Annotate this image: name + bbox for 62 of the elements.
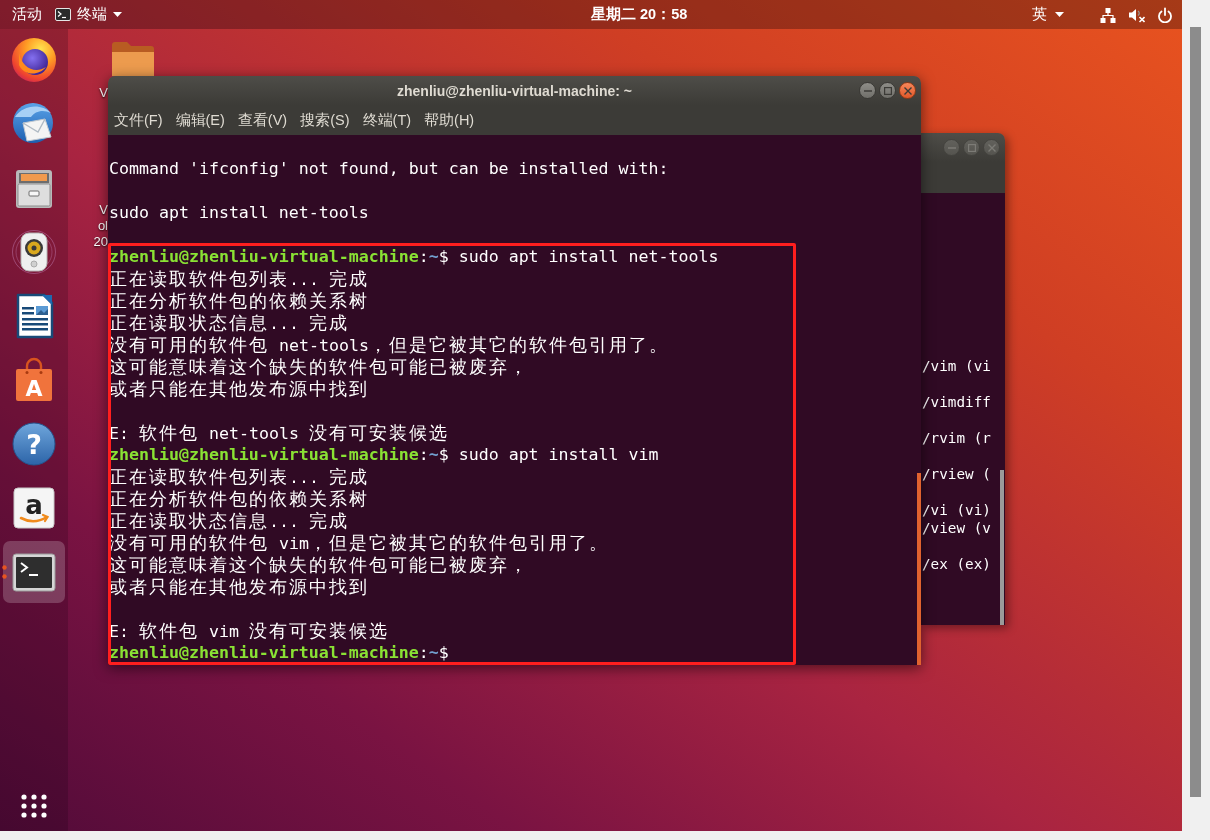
maximize-icon[interactable]: [883, 86, 892, 95]
terminal-line: 正在读取软件包列表... 完成: [109, 466, 370, 488]
menu-item[interactable]: 文件(F): [114, 110, 163, 130]
menu-item[interactable]: 查看(V): [237, 110, 288, 130]
terminal-line: 这可能意味着这个缺失的软件包可能已被废弃，: [109, 554, 530, 576]
scrollbar[interactable]: [1190, 27, 1201, 797]
speaker-icon[interactable]: [11, 229, 57, 275]
terminal-line: 正在读取状态信息... 完成: [109, 510, 350, 532]
close-icon[interactable]: [903, 86, 912, 95]
scrollbar[interactable]: [917, 473, 921, 665]
terminal-line: 正在读取状态信息... 完成: [109, 312, 350, 334]
terminal-line: 或者只能在其他发布源中找到: [109, 378, 370, 400]
input-method-button[interactable]: 英: [1024, 0, 1072, 29]
terminal-line: /vi (vi): [922, 501, 992, 519]
terminal-line: zhenliu@zhenliu-virtual-machine:~$ sudo apt install vim: [109, 444, 660, 466]
terminal-line: /vim (vi: [922, 357, 992, 375]
menu-item[interactable]: 终端(T): [362, 110, 412, 130]
activities-button[interactable]: 活动: [4, 0, 50, 29]
terminal-line: E: 软件包 net-tools 没有可安装候选: [109, 422, 450, 444]
terminal-line: 正在分析软件包的依赖关系树: [109, 488, 370, 510]
maximize-button[interactable]: [879, 82, 896, 99]
help-icon[interactable]: ?: [11, 421, 57, 467]
terminal-line: /view (v: [922, 519, 992, 537]
terminal-icon[interactable]: [55, 8, 71, 21]
terminal-line: /vimdiff: [922, 393, 992, 411]
menu-item[interactable]: 帮助(H): [424, 110, 475, 130]
terminal-line: 正在分析软件包的依赖关系树: [109, 290, 370, 312]
dock-launcher[interactable]: [3, 541, 65, 603]
dock-launcher[interactable]: a: [3, 477, 65, 539]
folder-icon[interactable]: [110, 40, 156, 76]
terminal-line: /rvim (r: [922, 429, 992, 447]
close-button[interactable]: [983, 139, 1000, 156]
menu-item[interactable]: 搜索(S): [300, 110, 350, 130]
terminal-line: 正在读取软件包列表... 完成: [109, 268, 370, 290]
menu-item[interactable]: 编辑(E): [175, 110, 225, 130]
power-icon[interactable]: [1157, 6, 1173, 23]
desktop-icon-label[interactable]: V: [68, 85, 108, 101]
terminal-line: /rview (: [922, 465, 992, 483]
globe-icon[interactable]: [11, 37, 57, 83]
terminal-line: zhenliu@zhenliu-virtual-machine:~$: [109, 642, 450, 664]
terminal-line: Command 'ifconfig' not found, but can be installed with:: [109, 158, 670, 180]
terminal-line: 这可能意味着这个缺失的软件包可能已被废弃，: [109, 356, 530, 378]
grid-icon[interactable]: [21, 794, 47, 818]
dock-launcher[interactable]: ?: [3, 413, 65, 475]
network-icon[interactable]: [1100, 6, 1116, 23]
window-title: zhenliu@zhenliu-virtual-machine: ~: [397, 82, 632, 99]
caret-icon[interactable]: [113, 12, 122, 17]
close-button[interactable]: [899, 82, 916, 99]
scrollbar[interactable]: [1000, 470, 1004, 625]
terminal-line: sudo apt install net-tools: [109, 202, 370, 224]
minimize-button[interactable]: [859, 82, 876, 99]
maximize-button[interactable]: [963, 139, 980, 156]
volume-muted-icon[interactable]: [1128, 6, 1145, 23]
terminal-line: /ex (ex): [922, 555, 992, 573]
terminal-line: E: 软件包 vim 没有可安装候选: [109, 620, 390, 642]
terminal-line: 或者只能在其他发布源中找到: [109, 576, 370, 598]
caret-icon[interactable]: [1055, 12, 1064, 17]
terminal-line: zhenliu@zhenliu-virtual-machine:~$ sudo apt install net-tools: [109, 246, 720, 268]
desktop-icon-label[interactable]: V ol 20: [68, 202, 108, 250]
app-menu-button[interactable]: 终端: [50, 0, 130, 29]
letter-smile-icon[interactable]: a: [11, 485, 57, 531]
clock-button[interactable]: 星期二 20：58: [583, 0, 696, 29]
